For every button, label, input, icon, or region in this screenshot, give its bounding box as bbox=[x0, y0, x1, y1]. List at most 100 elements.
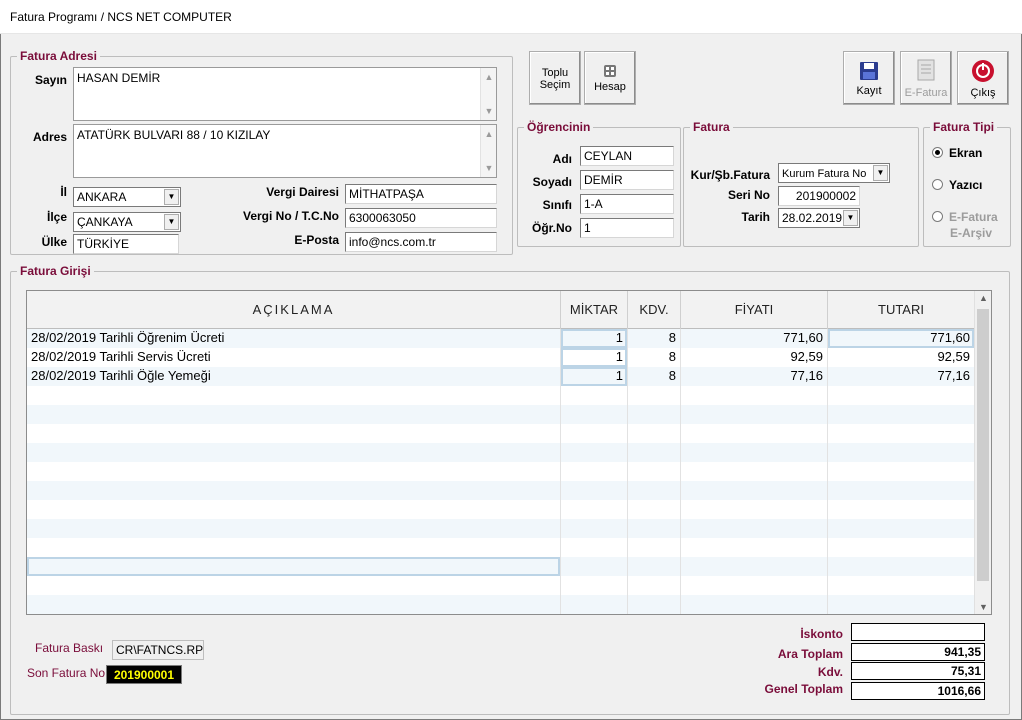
cell-fiyati[interactable] bbox=[681, 557, 828, 576]
invoice-lines-grid[interactable]: AÇIKLAMA MİKTAR KDV. FİYATI TUTARI 28/02… bbox=[26, 290, 992, 615]
ilce-select[interactable]: ÇANKAYA ▼ bbox=[73, 212, 181, 232]
cell-kdv[interactable] bbox=[628, 462, 681, 481]
cell-kdv[interactable] bbox=[628, 519, 681, 538]
tarih-picker[interactable]: 28.02.2019 ▼ bbox=[778, 208, 860, 228]
il-select[interactable]: ANKARA ▼ bbox=[73, 187, 181, 207]
cell-aciklama[interactable]: 28/02/2019 Tarihli Öğrenim Ücreti bbox=[27, 329, 561, 348]
cell-aciklama[interactable] bbox=[27, 405, 561, 424]
cell-miktar[interactable] bbox=[561, 500, 628, 519]
cell-aciklama[interactable] bbox=[27, 500, 561, 519]
table-row[interactable] bbox=[27, 595, 975, 614]
cell-miktar[interactable] bbox=[561, 576, 628, 595]
cell-kdv[interactable] bbox=[628, 557, 681, 576]
kayit-button[interactable]: Kayıt bbox=[843, 51, 895, 105]
sayin-scrollbar[interactable]: ▲ ▼ bbox=[480, 68, 496, 120]
yazici-radio[interactable]: Yazıcı bbox=[932, 178, 982, 192]
cell-fiyati[interactable]: 92,59 bbox=[681, 348, 828, 367]
cell-kdv[interactable] bbox=[628, 500, 681, 519]
cell-miktar[interactable]: 1 bbox=[561, 367, 628, 386]
cell-fiyati[interactable] bbox=[681, 462, 828, 481]
cell-kdv[interactable]: 8 bbox=[628, 367, 681, 386]
cell-fiyati[interactable]: 771,60 bbox=[681, 329, 828, 348]
cell-miktar[interactable] bbox=[561, 462, 628, 481]
chevron-down-icon[interactable]: ▼ bbox=[164, 214, 179, 230]
cell-aciklama[interactable] bbox=[27, 443, 561, 462]
cell-aciklama[interactable] bbox=[27, 538, 561, 557]
sayin-textarea[interactable]: HASAN DEMİR ▲ ▼ bbox=[73, 67, 497, 121]
table-row[interactable]: 28/02/2019 Tarihli Servis Ücreti 1 8 92,59 9… bbox=[27, 348, 975, 367]
cell-tutari[interactable] bbox=[828, 462, 975, 481]
cell-fiyati[interactable] bbox=[681, 443, 828, 462]
efatura-radio[interactable]: E-Fatura bbox=[932, 210, 998, 224]
column-fiyati[interactable]: FİYATI bbox=[681, 291, 828, 329]
cell-kdv[interactable] bbox=[628, 386, 681, 405]
cell-tutari[interactable] bbox=[828, 481, 975, 500]
cell-miktar[interactable] bbox=[561, 481, 628, 500]
cell-miktar[interactable] bbox=[561, 386, 628, 405]
eposta-input[interactable]: info@ncs.com.tr bbox=[345, 232, 497, 252]
scrollbar-thumb[interactable] bbox=[977, 309, 989, 581]
scroll-up-icon[interactable]: ▲ bbox=[975, 293, 991, 303]
cell-fiyati[interactable] bbox=[681, 424, 828, 443]
adres-textarea[interactable]: ATATÜRK BULVARI 88 / 10 KIZILAY ▲ ▼ bbox=[73, 124, 497, 178]
cell-tutari[interactable] bbox=[828, 405, 975, 424]
table-row[interactable] bbox=[27, 386, 975, 405]
column-aciklama[interactable]: AÇIKLAMA bbox=[27, 291, 561, 329]
sinifi-input[interactable]: 1-A bbox=[580, 194, 674, 214]
column-miktar[interactable]: MİKTAR bbox=[561, 291, 628, 329]
cell-tutari[interactable] bbox=[828, 386, 975, 405]
cell-aciklama[interactable] bbox=[27, 462, 561, 481]
cell-miktar[interactable]: 1 bbox=[561, 348, 628, 367]
cell-aciklama[interactable] bbox=[27, 595, 561, 614]
cell-fiyati[interactable] bbox=[681, 500, 828, 519]
efatura-button[interactable]: E-Fatura bbox=[900, 51, 952, 105]
cell-kdv[interactable]: 8 bbox=[628, 329, 681, 348]
vergi-dairesi-input[interactable]: MİTHATPAŞA bbox=[345, 184, 497, 204]
cell-tutari[interactable]: 92,59 bbox=[828, 348, 975, 367]
table-row[interactable] bbox=[27, 519, 975, 538]
cell-tutari[interactable]: 771,60 bbox=[828, 329, 975, 348]
cell-fiyati[interactable] bbox=[681, 386, 828, 405]
table-row[interactable] bbox=[27, 576, 975, 595]
toplu-secim-button[interactable]: Toplu Seçim bbox=[529, 51, 581, 105]
cell-fiyati[interactable] bbox=[681, 405, 828, 424]
baski-input[interactable]: CR\FATNCS.RPT bbox=[112, 640, 204, 660]
cell-kdv[interactable] bbox=[628, 424, 681, 443]
scroll-down-icon[interactable]: ▼ bbox=[975, 602, 991, 612]
table-row[interactable] bbox=[27, 405, 975, 424]
cell-kdv[interactable] bbox=[628, 595, 681, 614]
cell-fiyati[interactable]: 77,16 bbox=[681, 367, 828, 386]
cell-fiyati[interactable] bbox=[681, 519, 828, 538]
table-row[interactable] bbox=[27, 424, 975, 443]
chevron-down-icon[interactable]: ▼ bbox=[164, 189, 179, 205]
cell-kdv[interactable] bbox=[628, 443, 681, 462]
table-row[interactable] bbox=[27, 538, 975, 557]
cell-tutari[interactable] bbox=[828, 595, 975, 614]
cell-fiyati[interactable] bbox=[681, 481, 828, 500]
cell-tutari[interactable] bbox=[828, 538, 975, 557]
adres-scrollbar[interactable]: ▲ ▼ bbox=[480, 125, 496, 177]
seri-input[interactable]: 201900002 bbox=[778, 186, 860, 206]
ekran-radio[interactable]: Ekran bbox=[932, 146, 982, 160]
cell-tutari[interactable] bbox=[828, 576, 975, 595]
cell-miktar[interactable] bbox=[561, 519, 628, 538]
cell-miktar[interactable] bbox=[561, 595, 628, 614]
ulke-input[interactable]: TÜRKİYE bbox=[73, 234, 179, 254]
soyadi-input[interactable]: DEMİR bbox=[580, 170, 674, 190]
table-row[interactable]: 28/02/2019 Tarihli Öğrenim Ücreti 1 8 771,6… bbox=[27, 329, 975, 348]
cell-kdv[interactable] bbox=[628, 576, 681, 595]
cell-miktar[interactable]: 1 bbox=[561, 329, 628, 348]
cell-aciklama[interactable] bbox=[27, 576, 561, 595]
cell-kdv[interactable] bbox=[628, 538, 681, 557]
cell-aciklama[interactable]: 28/02/2019 Tarihli Servis Ücreti bbox=[27, 348, 561, 367]
cell-miktar[interactable] bbox=[561, 405, 628, 424]
cell-fiyati[interactable] bbox=[681, 538, 828, 557]
cell-kdv[interactable]: 8 bbox=[628, 348, 681, 367]
table-row[interactable]: 28/02/2019 Tarihli Öğle Yemeği 1 8 77,16 77,… bbox=[27, 367, 975, 386]
cell-aciklama[interactable] bbox=[27, 557, 561, 576]
cell-tutari[interactable] bbox=[828, 443, 975, 462]
cikis-button[interactable]: Çıkış bbox=[957, 51, 1009, 105]
cell-aciklama[interactable] bbox=[27, 481, 561, 500]
grid-scrollbar[interactable]: ▲ ▼ bbox=[974, 291, 991, 614]
cell-kdv[interactable] bbox=[628, 481, 681, 500]
